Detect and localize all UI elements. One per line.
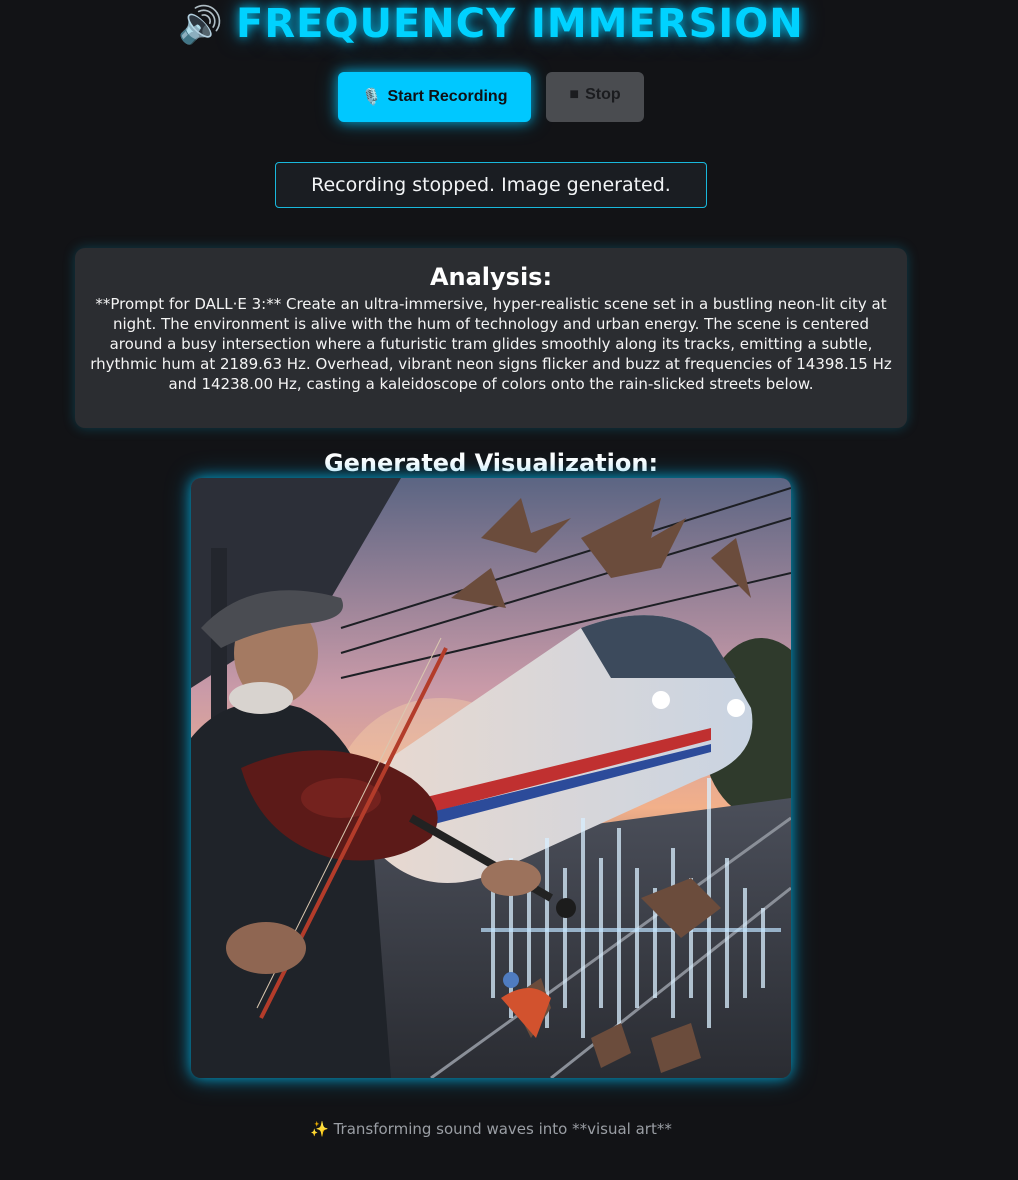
microphone-icon: 🎙️ [361,89,382,106]
generated-image [191,478,791,1078]
footer-tagline: ✨ Transforming sound waves into **visual… [310,1120,672,1138]
start-recording-button[interactable]: 🎙️ Start Recording [338,72,531,122]
start-recording-label: Start Recording [387,88,508,105]
analysis-heading: Analysis: [429,263,553,291]
stop-label: Stop [585,86,621,103]
app-title-text: FREQUENCY IMMERSION [236,1,804,47]
analysis-text: **Prompt for DALL·E 3:** Create an ultra… [90,295,892,393]
app-title: 🔊 FREQUENCY IMMERSION [0,2,982,48]
speaker-icon: 🔊 [178,5,225,46]
stop-square-icon: ■ [569,86,580,103]
analysis-panel: Analysis: **Prompt for DALL·E 3:** Creat… [75,248,907,428]
status-message: Recording stopped. Image generated. [275,162,707,208]
stop-button[interactable]: ■ Stop [546,72,644,122]
visualization-heading: Generated Visualization: [323,449,659,477]
